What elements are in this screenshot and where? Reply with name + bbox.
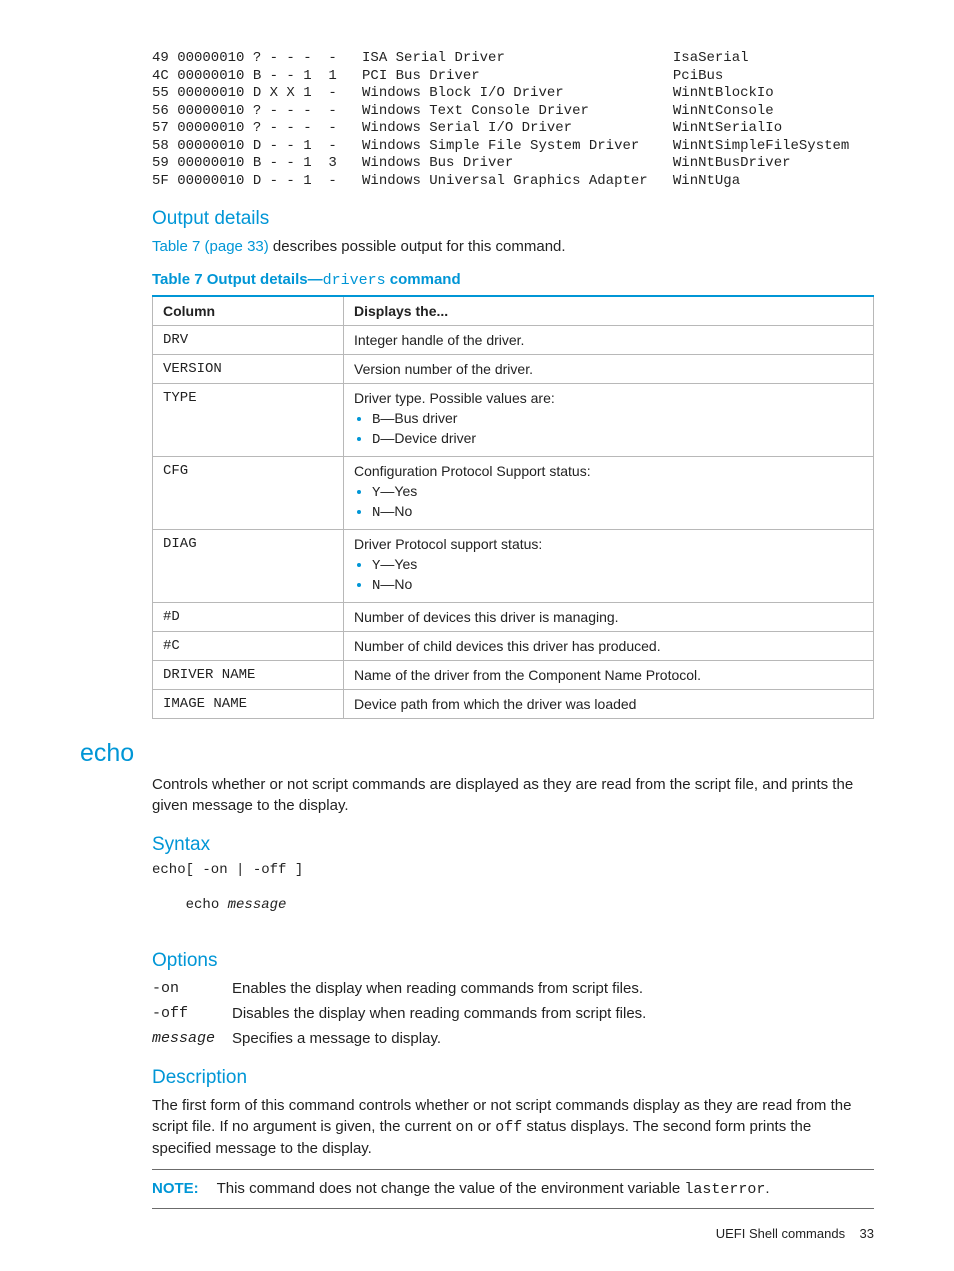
syntax-line: echo message: [152, 880, 874, 933]
text: or: [474, 1118, 496, 1135]
heading-echo: echo: [80, 739, 874, 768]
code-output-block: 49 00000010 ? - - - - ISA Serial Driver …: [152, 50, 874, 190]
code-text: on: [455, 1119, 473, 1136]
table-caption: Table 7 Output details—drivers command: [152, 271, 874, 289]
bullet-item: Y—Yes: [372, 556, 863, 576]
cell-desc: Number of child devices this driver has …: [344, 632, 874, 661]
cell-column: DRIVER NAME: [153, 661, 344, 690]
paragraph: Table 7 (page 33) describes possible out…: [152, 236, 874, 257]
table-row: VERSIONVersion number of the driver.: [153, 355, 874, 384]
heading-syntax: Syntax: [152, 834, 874, 856]
paragraph: The first form of this command controls …: [152, 1095, 874, 1159]
cell-desc: Name of the driver from the Component Na…: [344, 661, 874, 690]
note-text: .: [765, 1180, 769, 1197]
code-text: drivers: [323, 272, 386, 289]
table-row: TYPEDriver type. Possible values are:B—B…: [153, 384, 874, 457]
bullet-item: N—No: [372, 576, 863, 596]
cell-column: TYPE: [153, 384, 344, 457]
code-text: off: [495, 1119, 522, 1136]
bullet-item: B—Bus driver: [372, 410, 863, 430]
th-column: Column: [153, 296, 344, 326]
cell-column: IMAGE NAME: [153, 690, 344, 719]
option-desc: Specifies a message to display.: [232, 1028, 441, 1049]
code-text: echo: [186, 897, 228, 913]
cell-column: DRV: [153, 326, 344, 355]
option-row: -onEnables the display when reading comm…: [152, 978, 874, 999]
text: Table 7 Output details—: [152, 271, 323, 288]
table-ref-link[interactable]: Table 7 (page 33): [152, 238, 269, 255]
cell-desc: Number of devices this driver is managin…: [344, 603, 874, 632]
cell-column: DIAG: [153, 530, 344, 603]
bullet-item: N—No: [372, 503, 863, 523]
table-row: DIAGDriver Protocol support status:Y—Yes…: [153, 530, 874, 603]
cell-desc: Version number of the driver.: [344, 355, 874, 384]
th-displays: Displays the...: [344, 296, 874, 326]
cell-column: #D: [153, 603, 344, 632]
cell-desc: Integer handle of the driver.: [344, 326, 874, 355]
note-box: NOTE: This command does not change the v…: [152, 1169, 874, 1209]
option-desc: Enables the display when reading command…: [232, 978, 643, 999]
note-label: NOTE:: [152, 1180, 199, 1197]
paragraph: Controls whether or not script commands …: [152, 774, 874, 816]
options-list: -onEnables the display when reading comm…: [152, 978, 874, 1049]
option-row: -offDisables the display when reading co…: [152, 1003, 874, 1024]
text: command: [386, 271, 461, 288]
cell-desc: Configuration Protocol Support status:Y—…: [344, 457, 874, 530]
cell-desc: Driver type. Possible values are:B—Bus d…: [344, 384, 874, 457]
cell-desc: Device path from which the driver was lo…: [344, 690, 874, 719]
note-text: This command does not change the value o…: [217, 1180, 685, 1197]
option-term: -off: [152, 1003, 232, 1024]
syntax-line: echo[ -on | -off ]: [152, 862, 874, 880]
footer-page-number: 33: [860, 1226, 874, 1241]
cell-desc: Driver Protocol support status:Y—YesN—No: [344, 530, 874, 603]
option-term: -on: [152, 978, 232, 999]
table-row: #CNumber of child devices this driver ha…: [153, 632, 874, 661]
heading-description: Description: [152, 1067, 874, 1089]
option-term: message: [152, 1028, 232, 1049]
arg-text: message: [228, 897, 287, 913]
page-footer: UEFI Shell commands 33: [716, 1226, 874, 1241]
heading-options: Options: [152, 950, 874, 972]
cell-column: CFG: [153, 457, 344, 530]
table-row: DRVInteger handle of the driver.: [153, 326, 874, 355]
table-row: IMAGE NAMEDevice path from which the dri…: [153, 690, 874, 719]
table-row: #DNumber of devices this driver is manag…: [153, 603, 874, 632]
output-details-table: Column Displays the... DRVInteger handle…: [152, 295, 874, 719]
text: describes possible output for this comma…: [269, 238, 566, 255]
option-row: messageSpecifies a message to display.: [152, 1028, 874, 1049]
bullet-item: D—Device driver: [372, 430, 863, 450]
footer-section: UEFI Shell commands: [716, 1226, 845, 1241]
cell-column: VERSION: [153, 355, 344, 384]
table-row: DRIVER NAMEName of the driver from the C…: [153, 661, 874, 690]
cell-column: #C: [153, 632, 344, 661]
table-row: CFGConfiguration Protocol Support status…: [153, 457, 874, 530]
code-text: lasterror: [684, 1181, 765, 1198]
option-desc: Disables the display when reading comman…: [232, 1003, 646, 1024]
bullet-item: Y—Yes: [372, 483, 863, 503]
heading-output-details: Output details: [152, 208, 874, 230]
